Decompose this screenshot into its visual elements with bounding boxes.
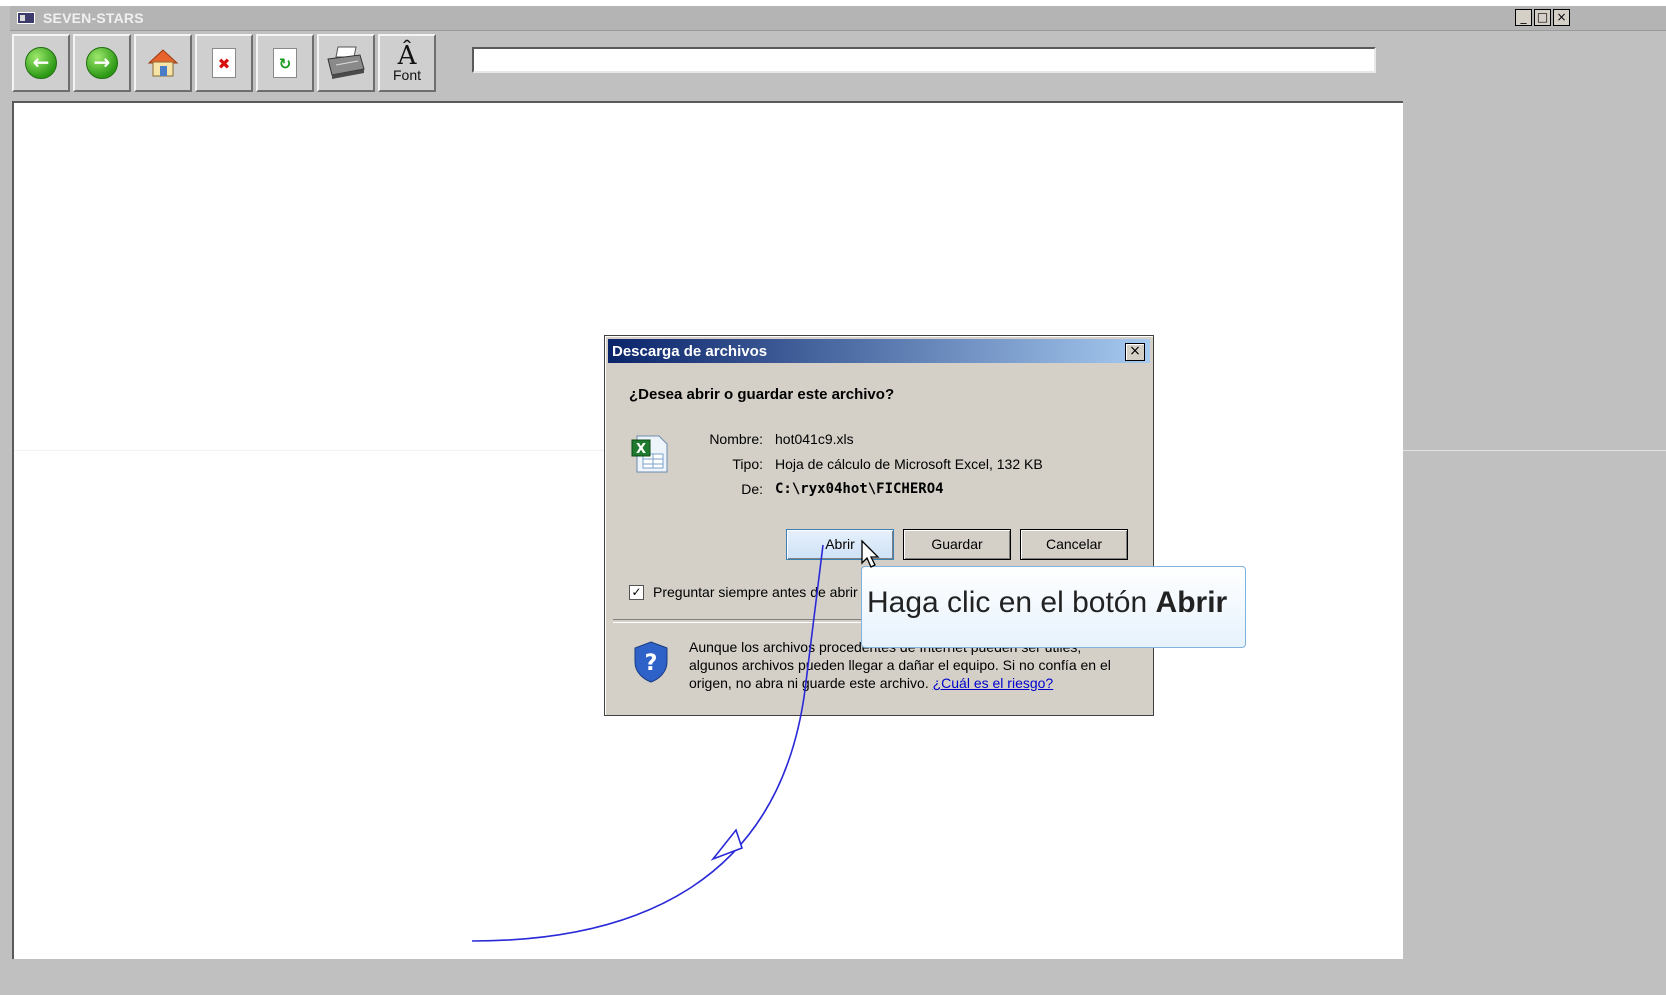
stop-button[interactable]: ✖ <box>195 34 253 92</box>
divider-line <box>14 450 604 451</box>
callout-emphasis: Abrir <box>1155 586 1228 619</box>
close-button[interactable]: × <box>1553 9 1570 26</box>
maximize-button[interactable]: □ <box>1534 9 1551 26</box>
type-value: Hoja de cálculo de Microsoft Excel, 132 … <box>775 456 1043 472</box>
from-value: C:\ryx04hot\FICHERO4 <box>775 481 944 497</box>
font-icon: Â <box>397 41 417 71</box>
excel-file-icon: X <box>631 435 668 473</box>
refresh-button[interactable]: ↻ <box>256 34 314 92</box>
file-download-dialog: Descarga de archivos × ¿Desea abrir o gu… <box>604 335 1154 716</box>
cancel-button[interactable]: Cancelar <box>1020 529 1128 560</box>
dialog-close-button[interactable]: × <box>1125 343 1145 361</box>
address-bar[interactable] <box>472 47 1376 73</box>
name-label: Nombre: <box>709 431 763 447</box>
name-value: hot041c9.xls <box>775 431 854 447</box>
back-button[interactable]: ← <box>12 34 70 92</box>
callout-text: Haga clic en el botón Abrir <box>867 586 1227 620</box>
save-button[interactable]: Guardar <box>903 529 1011 560</box>
always-ask-checkbox[interactable]: ✓ <box>629 585 644 600</box>
instruction-callout: Haga clic en el botón Abrir <box>861 566 1246 648</box>
print-button[interactable] <box>317 34 375 92</box>
divider-line <box>1403 450 1666 451</box>
minimize-button[interactable]: _ <box>1515 9 1532 26</box>
forward-arrow-icon: → <box>86 47 118 79</box>
app-icon <box>17 12 35 24</box>
dialog-title: Descarga de archivos <box>612 343 768 360</box>
home-icon <box>147 49 179 77</box>
back-arrow-icon: ← <box>25 47 57 79</box>
dialog-question: ¿Desea abrir o guardar este archivo? <box>629 386 895 403</box>
font-button-label: Font <box>392 67 421 83</box>
font-button[interactable]: Â Font <box>378 34 436 92</box>
security-shield-icon: ? <box>634 641 668 683</box>
app-title: SEVEN-STARS <box>43 10 144 26</box>
from-label: De: <box>741 481 763 497</box>
svg-text:X: X <box>636 442 646 457</box>
refresh-icon: ↻ <box>273 48 297 78</box>
mouse-cursor-icon <box>861 539 880 568</box>
callout-message: Haga clic en el botón <box>867 586 1148 619</box>
home-button[interactable] <box>134 34 192 92</box>
printer-icon <box>327 46 365 79</box>
type-label: Tipo: <box>732 456 763 472</box>
risk-link[interactable]: ¿Cuál es el riesgo? <box>933 675 1054 691</box>
stop-icon: ✖ <box>212 48 236 78</box>
forward-button[interactable]: → <box>73 34 131 92</box>
app-titlebar: SEVEN-STARS _ □ × <box>10 6 1666 31</box>
dialog-titlebar: Descarga de archivos × <box>608 339 1150 363</box>
svg-text:?: ? <box>645 651 658 676</box>
